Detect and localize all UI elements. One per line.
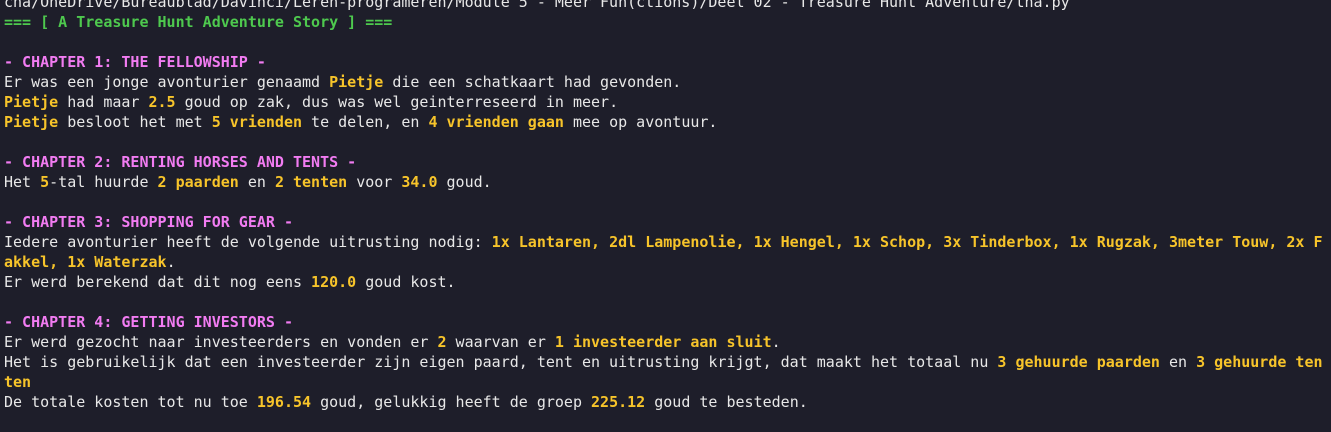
highlighted-value: 2 paarden bbox=[157, 173, 239, 191]
highlighted-value: 2 bbox=[437, 333, 447, 351]
text-segment: en bbox=[238, 173, 275, 191]
chapter-heading: - CHAPTER 4: GETTING INVESTORS - bbox=[4, 313, 293, 331]
text-segment: goud, gelukkig heeft de groep bbox=[311, 393, 592, 411]
chapter-heading: - CHAPTER 3: SHOPPING FOR GEAR - bbox=[4, 213, 293, 231]
text-segment: mee op avontuur. bbox=[563, 113, 718, 131]
text-segment: goud. bbox=[437, 173, 492, 191]
text-segment: Er werd berekend dat dit nog eens bbox=[4, 273, 312, 291]
script-path: cha/OneDrive/Bureaublad/Davinci/Leren-pr… bbox=[4, 0, 1070, 11]
highlighted-value: Pietje bbox=[4, 93, 59, 111]
highlighted-value: 2 tenten bbox=[274, 173, 348, 191]
text-segment: Het bbox=[4, 173, 41, 191]
text-segment: goud te besteden. bbox=[645, 393, 808, 411]
chapter-line: - CHAPTER 3: SHOPPING FOR GEAR - bbox=[4, 212, 1331, 232]
text-line: Het is gebruikelijk dat een investeerder… bbox=[4, 352, 1331, 392]
text-line: De totale kosten tot nu toe 196.54 goud,… bbox=[4, 392, 1331, 412]
text-line: Iedere avonturier heeft de volgende uitr… bbox=[4, 232, 1331, 272]
text-segment: die een schatkaart had gevonden. bbox=[383, 73, 682, 91]
text-segment: . bbox=[771, 333, 781, 351]
highlighted-value: 5 vrienden bbox=[211, 113, 303, 131]
text-segment: en bbox=[1159, 353, 1197, 371]
terminal-output[interactable]: cha/OneDrive/Bureaublad/Davinci/Leren-pr… bbox=[4, 0, 1331, 412]
text-line: Er werd gezocht naar investeerders en vo… bbox=[4, 332, 1331, 352]
text-segment: voor bbox=[347, 173, 402, 191]
path-line: cha/OneDrive/Bureaublad/Davinci/Leren-pr… bbox=[4, 0, 1331, 12]
text-line: Pietje besloot het met 5 vrienden te del… bbox=[4, 112, 1331, 132]
chapter-heading: - CHAPTER 1: THE FELLOWSHIP - bbox=[4, 53, 266, 71]
highlighted-value: Pietje bbox=[329, 73, 384, 91]
highlighted-value: 1 investeerder aan sluit bbox=[554, 333, 772, 351]
highlighted-value: 2.5 bbox=[148, 93, 176, 111]
highlighted-value: 3 gehuurde paarden bbox=[997, 353, 1160, 371]
story-title: === [ A Treasure Hunt Adventure Story ] … bbox=[4, 13, 393, 31]
highlighted-value: Pietje bbox=[4, 113, 59, 131]
highlighted-value: 34.0 bbox=[401, 173, 438, 191]
text-segment: te delen, en bbox=[302, 113, 429, 131]
text-line: Er was een jonge avonturier genaamd Piet… bbox=[4, 72, 1331, 92]
text-segment: De totale kosten tot nu toe bbox=[4, 393, 257, 411]
chapter-line: - CHAPTER 4: GETTING INVESTORS - bbox=[4, 312, 1331, 332]
text-segment: -tal huurde bbox=[49, 173, 158, 191]
text-segment: goud kost. bbox=[356, 273, 456, 291]
highlighted-value: 5 bbox=[40, 173, 50, 191]
highlighted-value: 225.12 bbox=[591, 393, 646, 411]
text-segment: . bbox=[166, 253, 176, 271]
title-line: === [ A Treasure Hunt Adventure Story ] … bbox=[4, 12, 1331, 32]
text-segment: waarvan er bbox=[446, 333, 555, 351]
text-segment: had maar bbox=[58, 93, 149, 111]
text-segment: Er werd gezocht naar investeerders en vo… bbox=[4, 333, 438, 351]
text-line: Er werd berekend dat dit nog eens 120.0 … bbox=[4, 272, 1331, 292]
text-line: Het 5-tal huurde 2 paarden en 2 tenten v… bbox=[4, 172, 1331, 192]
chapter-heading: - CHAPTER 2: RENTING HORSES AND TENTS - bbox=[4, 153, 357, 171]
text-segment: Er was een jonge avonturier genaamd bbox=[4, 73, 330, 91]
chapter-line: - CHAPTER 2: RENTING HORSES AND TENTS - bbox=[4, 152, 1331, 172]
highlighted-value: 196.54 bbox=[256, 393, 312, 411]
text-segment: Het is gebruikelijk dat een investeerder… bbox=[4, 353, 998, 371]
text-line: Pietje had maar 2.5 goud op zak, dus was… bbox=[4, 92, 1331, 112]
highlighted-value: 4 vrienden gaan bbox=[428, 113, 564, 131]
highlighted-value: 120.0 bbox=[311, 273, 357, 291]
text-segment: goud op zak, dus was wel geinterreseerd … bbox=[175, 93, 619, 111]
chapter-line: - CHAPTER 1: THE FELLOWSHIP - bbox=[4, 52, 1331, 72]
text-segment: Iedere avonturier heeft de volgende uitr… bbox=[4, 233, 492, 251]
text-segment: besloot het met bbox=[58, 113, 212, 131]
